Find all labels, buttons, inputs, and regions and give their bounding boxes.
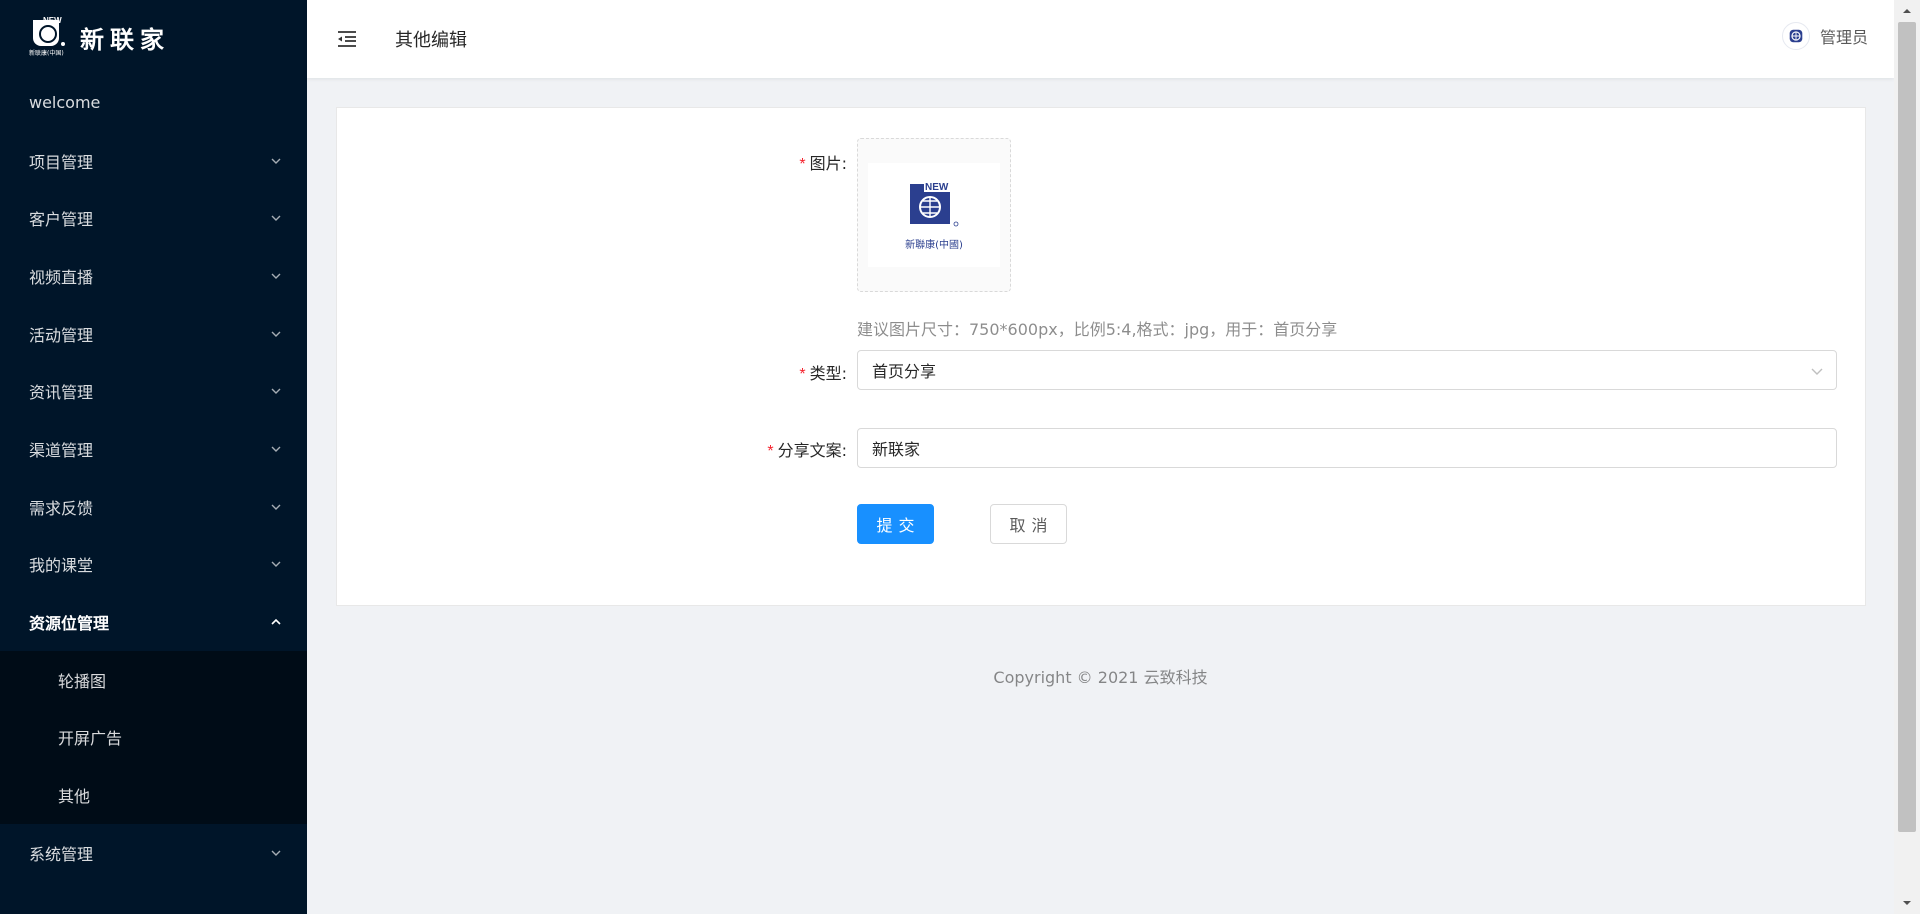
sidebar-item-system[interactable]: 系统管理 xyxy=(0,824,307,882)
sidebar-item-classroom[interactable]: 我的课堂 xyxy=(0,536,307,594)
chevron-down-icon xyxy=(269,442,283,456)
sidebar-item-projects[interactable]: 项目管理 xyxy=(0,132,307,190)
user-menu[interactable]: 管理员 xyxy=(1781,22,1868,50)
type-select-value: 首页分享 xyxy=(872,362,937,381)
chevron-down-icon xyxy=(269,846,283,860)
image-logo-text: 新聯康(中國) xyxy=(905,239,963,251)
menu-fold-icon[interactable] xyxy=(336,28,358,50)
chevron-down-icon xyxy=(269,154,283,168)
edit-form-card: * 图片: NEW 新聯康(中國) 建议图片尺寸：750*600px，比例5:4,… xyxy=(336,107,1866,606)
type-label: * 类型: xyxy=(799,364,847,383)
sidebar: NEW 新联康(中国) 新联家 welcome 项目管理 客户管理 视频直播 活… xyxy=(0,0,307,914)
chevron-down-icon xyxy=(269,327,283,341)
required-mark: * xyxy=(767,443,774,460)
sidebar-item-news[interactable]: 资讯管理 xyxy=(0,362,307,420)
share-copy-value: 新联家 xyxy=(872,440,921,459)
sidebar-item-resources[interactable]: 资源位管理 xyxy=(0,593,307,651)
cancel-button[interactable]: 取消 xyxy=(990,504,1067,544)
scroll-down-icon[interactable] xyxy=(1894,892,1920,914)
user-name: 管理员 xyxy=(1819,28,1868,47)
image-upload[interactable]: NEW 新聯康(中國) xyxy=(857,138,1011,292)
globe-logo-icon: NEW xyxy=(910,179,959,226)
sidebar-menu: welcome 项目管理 客户管理 视频直播 活动管理 资讯管理 渠道管理 需求… xyxy=(0,74,307,882)
share-copy-label: * 分享文案: xyxy=(767,441,847,460)
avatar xyxy=(1781,22,1810,50)
chevron-down-icon xyxy=(269,211,283,225)
brand-name: 新联家 xyxy=(80,25,170,54)
submenu-item-carousel[interactable]: 轮播图 xyxy=(0,651,307,709)
brand-logo-icon: NEW 新联康(中国) xyxy=(29,16,65,57)
chevron-down-icon xyxy=(269,557,283,571)
sidebar-item-welcome[interactable]: welcome xyxy=(0,74,307,132)
chevron-up-icon xyxy=(269,615,283,629)
chevron-down-icon xyxy=(269,384,283,398)
chevron-down-icon xyxy=(269,269,283,283)
submenu-item-other[interactable]: 其他 xyxy=(0,766,307,824)
sidebar-item-channels[interactable]: 渠道管理 xyxy=(0,420,307,478)
svg-text:NEW: NEW xyxy=(925,182,949,193)
sidebar-item-customers[interactable]: 客户管理 xyxy=(0,189,307,247)
submenu-resources: 轮播图 开屏广告 其他 xyxy=(0,650,307,824)
sidebar-item-activities[interactable]: 活动管理 xyxy=(0,305,307,363)
footer-copyright: Copyright © 2021 云致科技 xyxy=(993,668,1208,687)
required-mark: * xyxy=(799,366,806,383)
required-mark: * xyxy=(799,156,806,173)
submenu-item-splash-ad[interactable]: 开屏广告 xyxy=(0,709,307,767)
type-select[interactable]: 首页分享 xyxy=(857,350,1837,390)
page-scrollbar[interactable] xyxy=(1894,0,1920,914)
brand-logo[interactable]: NEW 新联康(中国) 新联家 xyxy=(0,0,307,74)
chevron-down-icon xyxy=(1810,363,1824,377)
sidebar-item-live[interactable]: 视频直播 xyxy=(0,247,307,305)
top-header: 其他编辑 管理员 xyxy=(307,0,1894,78)
submit-button[interactable]: 提交 xyxy=(857,504,934,544)
share-copy-input[interactable]: 新联家 xyxy=(857,428,1837,468)
uploaded-image: NEW 新聯康(中國) xyxy=(868,163,1000,267)
scroll-up-icon[interactable] xyxy=(1894,0,1920,22)
sidebar-item-feedback[interactable]: 需求反馈 xyxy=(0,478,307,536)
page-title: 其他编辑 xyxy=(395,30,467,51)
scrollbar-thumb[interactable] xyxy=(1898,22,1916,832)
chevron-down-icon xyxy=(269,500,283,514)
image-label: * 图片: xyxy=(799,154,847,173)
image-help-text: 建议图片尺寸：750*600px，比例5:4,格式：jpg，用于：首页分享 xyxy=(857,320,1338,339)
